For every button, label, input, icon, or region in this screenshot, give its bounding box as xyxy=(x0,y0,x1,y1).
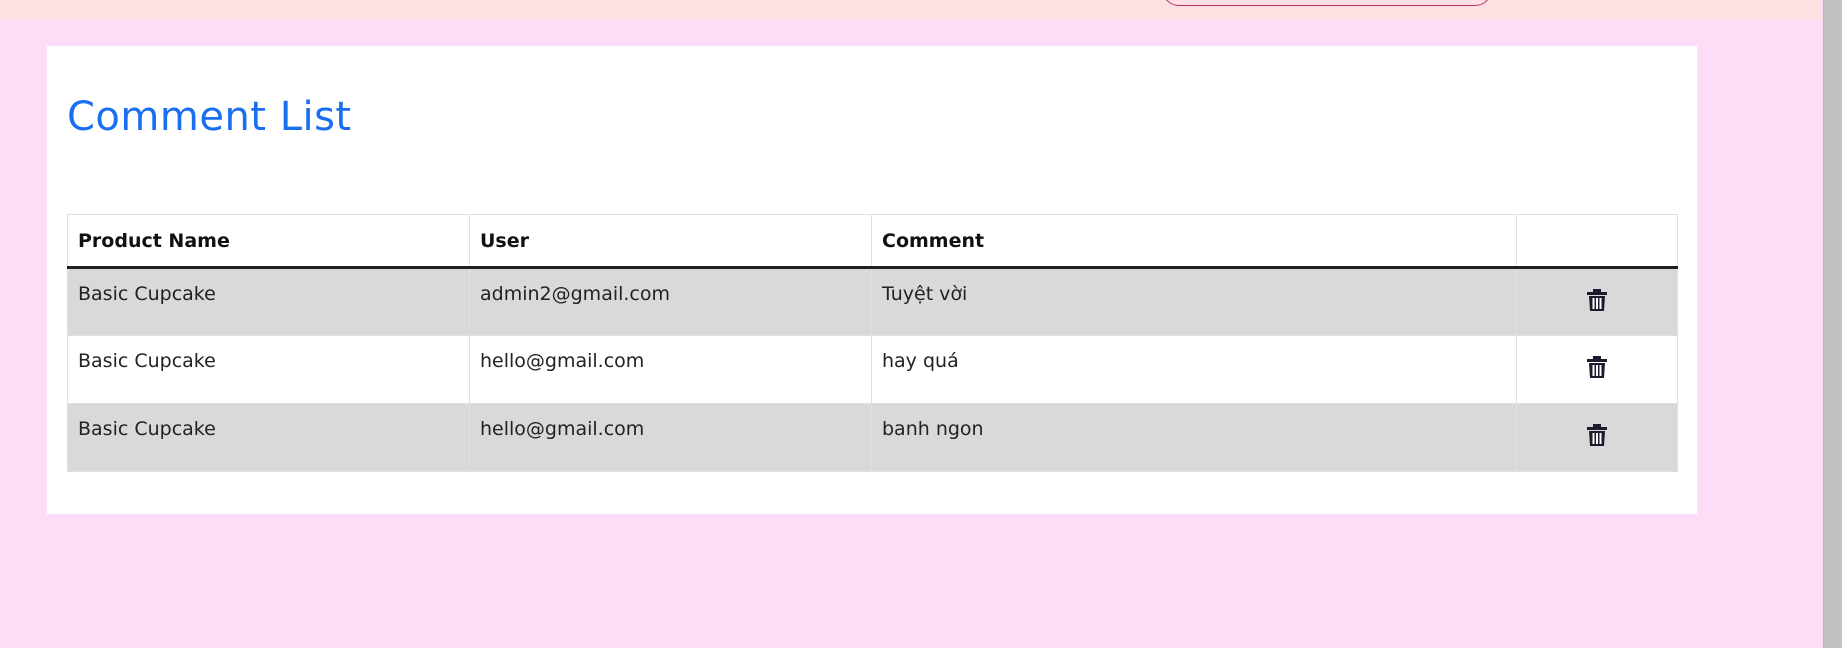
column-header-actions xyxy=(1516,214,1678,268)
cell-comment: hay quá xyxy=(871,335,1517,404)
cell-comment: Tuyệt vời xyxy=(871,267,1517,336)
table-row: Basic Cupcake hello@gmail.com hay quá xyxy=(67,335,1678,404)
trash-icon[interactable] xyxy=(1586,355,1608,379)
topbar-button[interactable] xyxy=(1162,0,1492,6)
cell-user: admin2@gmail.com xyxy=(469,267,872,336)
cell-comment: banh ngon xyxy=(871,403,1517,472)
comments-table: Product Name User Comment Basic Cupcake … xyxy=(67,214,1678,472)
cell-product-name: Basic Cupcake xyxy=(67,267,470,336)
cell-user: hello@gmail.com xyxy=(469,335,872,404)
vertical-scrollbar[interactable] xyxy=(1823,0,1842,648)
cell-user: hello@gmail.com xyxy=(469,403,872,472)
table-row: Basic Cupcake hello@gmail.com banh ngon xyxy=(67,403,1678,472)
cell-actions xyxy=(1516,403,1678,472)
table-row: Basic Cupcake admin2@gmail.com Tuyệt vời xyxy=(67,267,1678,336)
cell-actions xyxy=(1516,267,1678,336)
page-title: Comment List xyxy=(67,94,352,140)
cell-product-name: Basic Cupcake xyxy=(67,403,470,472)
comment-list-card: Comment List Product Name User Comment B… xyxy=(47,46,1697,514)
trash-icon[interactable] xyxy=(1586,423,1608,447)
cell-actions xyxy=(1516,335,1678,404)
column-header-product-name: Product Name xyxy=(67,214,470,268)
top-navigation-bar xyxy=(0,0,1822,20)
column-header-comment: Comment xyxy=(871,214,1517,268)
table-header-row: Product Name User Comment xyxy=(67,214,1678,268)
cell-product-name: Basic Cupcake xyxy=(67,335,470,404)
column-header-user: User xyxy=(469,214,872,268)
trash-icon[interactable] xyxy=(1586,288,1608,312)
